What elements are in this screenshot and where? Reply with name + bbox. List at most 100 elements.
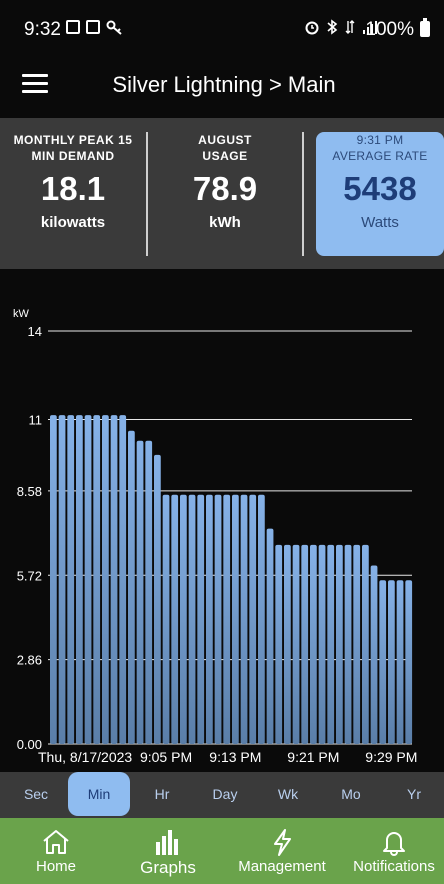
peak-demand-label: MONTHLY PEAK 15 MIN DEMAND — [0, 132, 146, 164]
chart-bar[interactable] — [154, 454, 161, 744]
chart-bar[interactable] — [266, 528, 274, 744]
tab-min[interactable]: Min — [68, 772, 130, 816]
y-tick-label: 8.58 — [17, 484, 42, 499]
chart-bar[interactable] — [353, 544, 361, 744]
cast-icon — [86, 20, 100, 34]
bell-icon — [383, 832, 405, 856]
chart-bar[interactable] — [310, 544, 317, 744]
chart-bar[interactable] — [327, 544, 335, 744]
status-bar: 9:32 100% — [0, 0, 444, 58]
page-title: Silver Lightning > Main — [112, 72, 336, 97]
chart-bar[interactable] — [258, 494, 265, 744]
chart-bar[interactable] — [206, 494, 213, 744]
power-chart[interactable]: kW 0.00 2.86 5.72 8.58 11 14 Thu, 8/17/2023 9:05… — [0, 269, 444, 772]
average-rate-label-line2: AVERAGE RATE — [332, 149, 428, 163]
image-icon — [66, 20, 80, 34]
chart-bar[interactable] — [405, 580, 413, 744]
nav-notifications[interactable]: Notifications — [346, 818, 442, 884]
chart-bar[interactable] — [362, 544, 369, 744]
chart-bar[interactable] — [301, 544, 309, 744]
chart-bar[interactable] — [197, 494, 205, 744]
data-icon — [345, 20, 355, 34]
chart-bar[interactable] — [370, 565, 378, 744]
x-tick-label: 9:29 PM — [365, 749, 417, 765]
tab-sec[interactable]: Sec — [5, 772, 67, 816]
chart-bar[interactable] — [76, 415, 83, 744]
average-rate-time: 9:31 PM — [356, 133, 404, 147]
y-tick-label: 14 — [28, 324, 42, 339]
chart-bar[interactable] — [50, 415, 57, 744]
nav-notifications-label: Notifications — [353, 858, 435, 875]
nav-management[interactable]: Management — [234, 818, 330, 884]
chart-bar[interactable] — [240, 494, 248, 744]
chart-bar[interactable] — [223, 494, 231, 744]
usage-card[interactable]: AUGUST USAGE 78.9 kWh — [148, 132, 302, 254]
tab-yr[interactable]: Yr — [383, 772, 444, 816]
chart-bar[interactable] — [180, 494, 187, 744]
tab-day[interactable]: Day — [194, 772, 256, 816]
chart-bar[interactable] — [128, 430, 135, 744]
chart-bar[interactable] — [67, 415, 75, 744]
power-chart-svg: kW0.002.865.728.581114Thu, 8/17/2023 9:05… — [13, 308, 417, 765]
average-rate-value: 5438 — [343, 170, 417, 207]
chart-bar[interactable] — [119, 415, 127, 744]
chart-bar[interactable] — [275, 544, 283, 744]
bottom-nav: Home Graphs Management Notifications — [0, 818, 444, 884]
nav-graphs-label: Graphs — [140, 858, 196, 877]
chart-bar[interactable] — [292, 544, 300, 744]
x-tick-label: 9:13 PM — [209, 749, 261, 765]
nav-home-label: Home — [35, 858, 76, 875]
x-tick-label: 9:21 PM — [287, 749, 339, 765]
chart-bar[interactable] — [171, 494, 179, 744]
chart-bar[interactable] — [318, 544, 326, 744]
summary-panel: MONTHLY PEAK 15 MIN DEMAND 18.1 kilowatt… — [0, 118, 444, 269]
chart-bar[interactable] — [379, 580, 387, 744]
chart-bar[interactable] — [162, 494, 170, 744]
tab-wk[interactable]: Wk — [257, 772, 319, 816]
chart-bar[interactable] — [388, 580, 395, 744]
peak-demand-unit: kilowatts — [40, 214, 106, 231]
peak-demand-label-line1: MONTHLY PEAK 15 — [13, 133, 133, 147]
usage-label-line1: AUGUST — [198, 133, 252, 147]
average-rate-card[interactable]: 9:31 PM AVERAGE RATE 5438 Watts — [316, 132, 444, 256]
chart-bar[interactable] — [284, 544, 291, 744]
home-icon — [43, 830, 69, 854]
x-tick-label: 9:05 PM — [140, 749, 192, 765]
chart-bar[interactable] — [110, 415, 118, 744]
chart-bar[interactable] — [102, 415, 109, 744]
tab-hr[interactable]: Hr — [131, 772, 193, 816]
nav-home[interactable]: Home — [12, 818, 100, 884]
y-tick-label: 5.72 — [17, 568, 42, 583]
y-tick-label: 11 — [29, 413, 43, 428]
chart-bar[interactable] — [214, 494, 222, 744]
x-tick-label: Thu, 8/17/2023 — [38, 749, 132, 765]
chart-bar[interactable] — [249, 494, 257, 744]
chart-bar[interactable] — [344, 544, 352, 744]
chart-bar[interactable] — [58, 415, 66, 744]
chart-bar[interactable] — [336, 544, 343, 744]
status-time: 9:32 — [24, 19, 61, 40]
chart-bar[interactable] — [396, 580, 404, 744]
peak-demand-card[interactable]: MONTHLY PEAK 15 MIN DEMAND 18.1 kilowatt… — [0, 132, 146, 254]
peak-demand-value: 18.1 — [40, 170, 106, 207]
bar-chart-icon — [156, 830, 178, 855]
chart-bar[interactable] — [93, 415, 101, 744]
nav-management-label: Management — [238, 858, 326, 875]
app-bar: Silver Lightning > Main — [0, 58, 444, 118]
time-range-tabs: Sec Min Hr Day Wk Mo Yr — [0, 772, 444, 818]
card-divider — [302, 132, 304, 256]
alarm-icon — [305, 21, 319, 35]
y-axis-label: kW — [13, 308, 30, 320]
nav-graphs[interactable]: Graphs — [124, 818, 212, 884]
chart-bar[interactable] — [145, 440, 153, 744]
tab-mo[interactable]: Mo — [320, 772, 382, 816]
battery-percent: 100% — [365, 19, 414, 40]
average-rate-label: 9:31 PM AVERAGE RATE — [316, 132, 444, 164]
chart-bar[interactable] — [188, 494, 196, 744]
chart-bar[interactable] — [136, 440, 144, 744]
status-left-icons — [66, 20, 124, 36]
chart-bar[interactable] — [232, 494, 239, 744]
chart-bar[interactable] — [84, 415, 92, 744]
usage-unit: kWh — [209, 214, 241, 231]
usage-label: AUGUST USAGE — [148, 132, 302, 164]
